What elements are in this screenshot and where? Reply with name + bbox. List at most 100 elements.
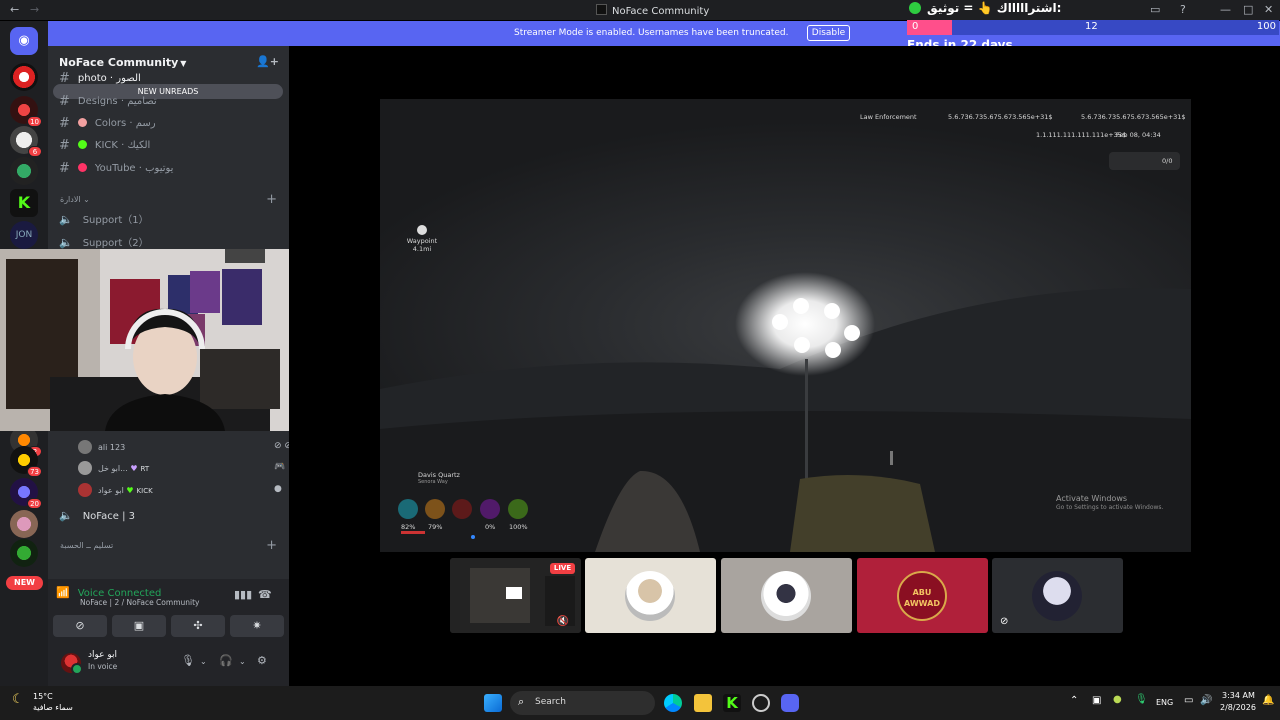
hash-icon: # — [59, 161, 70, 176]
avatar — [78, 483, 92, 497]
disconnect-icon[interactable]: ☎ — [258, 588, 272, 601]
notifications-icon[interactable]: 🔔 — [1262, 695, 1274, 706]
camera-off-button[interactable]: ⊘ — [53, 615, 107, 637]
server-icon[interactable] — [10, 510, 38, 538]
chevron-up-icon[interactable]: ⌃ — [1070, 695, 1078, 706]
category-name: تسليم ــ الحسبة — [60, 541, 114, 550]
armor-icon — [425, 499, 445, 519]
server-icon[interactable]: 20 — [10, 478, 42, 509]
discord-home-icon[interactable]: ◉ — [10, 27, 38, 55]
kick-server-icon[interactable]: K — [10, 189, 38, 217]
voice-channel[interactable]: 🔈 Support（1） — [59, 211, 149, 226]
avatar[interactable] — [61, 653, 83, 675]
clock-time[interactable]: 3:34 AM — [1222, 691, 1255, 700]
hud-cash-2: 5.6.736.735.675.673.565e+31$ — [1081, 113, 1186, 121]
forward-arrow-icon[interactable]: → — [30, 3, 39, 16]
edge-icon[interactable] — [664, 694, 682, 712]
stress-icon — [452, 499, 472, 519]
hud-law-enforcement: Law Enforcement — [860, 113, 917, 121]
channel-name: YouTube · يوتيوب — [94, 163, 174, 174]
settings-gear-icon[interactable]: ⚙ — [257, 654, 267, 667]
tray-app-icon[interactable]: ● — [1113, 694, 1122, 705]
waypoint-label: Waypoint — [406, 237, 438, 245]
voice-user[interactable]: ابو عواد ♥ KICK ● — [78, 483, 288, 497]
banner-message: Streamer Mode is enabled. Usernames have… — [514, 28, 789, 38]
network-icon[interactable]: ▭ — [1184, 695, 1193, 706]
add-channel-icon[interactable]: + — [266, 192, 277, 207]
channel-item[interactable]: # Colors · رسم — [59, 116, 156, 134]
windows-start-icon[interactable] — [484, 694, 502, 712]
server-icon[interactable]: 10 — [10, 96, 42, 127]
channel-item[interactable]: # YouTube · يوتيوب — [59, 161, 173, 179]
avatar — [1032, 571, 1082, 621]
hud-location: Davis Quartz — [418, 471, 460, 479]
voice-user[interactable]: ابو خل... ♥ RT 🎮 — [78, 461, 288, 475]
volume-icon[interactable]: 🔊 — [1200, 695, 1212, 706]
category-header[interactable]: تسليم ــ الحسبة + — [60, 538, 280, 553]
channel-item[interactable]: # Designs · تصاميم — [59, 94, 157, 112]
disable-button[interactable]: Disable — [807, 25, 850, 41]
hud-stat: 100% — [509, 523, 528, 531]
user-name: ابو عواد — [88, 650, 118, 660]
participant-tile[interactable]: ABU AWWAD — [857, 558, 988, 633]
search-box[interactable]: ⌕ Search — [510, 691, 655, 715]
search-label: Search — [535, 697, 566, 707]
language-indicator[interactable]: ENG — [1156, 698, 1173, 707]
add-channel-icon[interactable]: + — [266, 538, 277, 553]
tray-app-icon[interactable]: ▣ — [1092, 695, 1101, 706]
server-icon[interactable]: 6 — [10, 126, 42, 157]
server-icon[interactable] — [10, 157, 38, 185]
screen-share-button[interactable]: ▣ — [112, 615, 166, 637]
clock-date[interactable]: 2/8/2026 — [1220, 703, 1256, 712]
activities-button[interactable]: ✣ — [171, 615, 225, 637]
goal-min: 0 — [912, 21, 919, 32]
stamina-icon — [508, 499, 528, 519]
category-header[interactable]: الادارة ⌄ + — [60, 192, 280, 207]
back-arrow-icon[interactable]: ← — [10, 3, 19, 16]
heart-icon: ♥ — [126, 486, 134, 495]
server-icon[interactable] — [10, 63, 38, 91]
participant-tile[interactable] — [585, 558, 716, 633]
kick-icon[interactable]: K — [723, 694, 741, 712]
server-icon[interactable] — [10, 539, 38, 567]
chevron-down-icon[interactable]: ⌄ — [239, 657, 246, 666]
discord-icon[interactable] — [781, 694, 799, 712]
voice-channel[interactable]: 🔈 NoFace | 3 — [59, 509, 135, 522]
server-icon[interactable]: JON — [10, 221, 38, 249]
hash-icon: # — [59, 94, 70, 109]
participant-tile[interactable] — [721, 558, 852, 633]
channel-name: Designs · تصاميم — [77, 96, 157, 107]
voice-user[interactable]: ali 123 ⊘ ⊘ — [78, 440, 292, 454]
mute-icon[interactable]: 🔇 — [557, 616, 569, 627]
weather-desc[interactable]: سماء صافية — [33, 703, 73, 712]
weather-temp[interactable]: 15°C — [33, 692, 53, 701]
game-stream[interactable]: Law Enforcement 5.6.736.735.675.673.565e… — [380, 99, 1191, 552]
avatar: ABU AWWAD — [897, 571, 947, 621]
hud-location-sub: Senora Way — [418, 479, 448, 485]
goal-current: 12 — [1085, 21, 1098, 32]
chevron-down-icon[interactable]: ⌄ — [200, 657, 207, 666]
noise-suppression-icon[interactable]: ▮▮▮ — [234, 588, 252, 601]
soundboard-button[interactable]: ✷ — [230, 615, 284, 637]
avatar — [78, 440, 92, 454]
new-pill[interactable]: NEW — [6, 576, 43, 590]
voice-location[interactable]: NoFace | 2 / NoFace Community — [80, 598, 199, 607]
microphone-icon[interactable]: 🎙 — [1135, 694, 1148, 705]
microphone-icon[interactable]: 🎙 — [181, 654, 195, 667]
voice-panel: 📶 Voice Connected NoFace | 2 / NoFace Com… — [48, 579, 289, 686]
voice-channel[interactable]: 🔈 Support（2） — [59, 234, 149, 249]
server-icon[interactable]: 73 — [10, 446, 42, 477]
voice-channel-name: Support（1） — [82, 215, 149, 226]
search-icon: ⌕ — [518, 695, 525, 708]
invite-people-icon[interactable]: 👤+ — [256, 55, 279, 68]
hud-bank: 1.1.111.111.111.111e+35$ — [1036, 131, 1127, 139]
hud-cash: 5.6.736.735.675.673.565e+31$ — [948, 113, 1053, 121]
headphones-icon[interactable]: 🎧 — [219, 654, 233, 667]
file-explorer-icon[interactable] — [694, 694, 712, 712]
participant-tile[interactable]: ⊘ — [992, 558, 1123, 633]
channel-name: Colors · رسم — [94, 118, 156, 129]
obs-icon[interactable] — [752, 694, 770, 712]
channel-item[interactable]: # KICK · الكيك — [59, 138, 150, 156]
unread-badge: 10 — [27, 116, 42, 127]
game-scene — [380, 272, 1191, 552]
